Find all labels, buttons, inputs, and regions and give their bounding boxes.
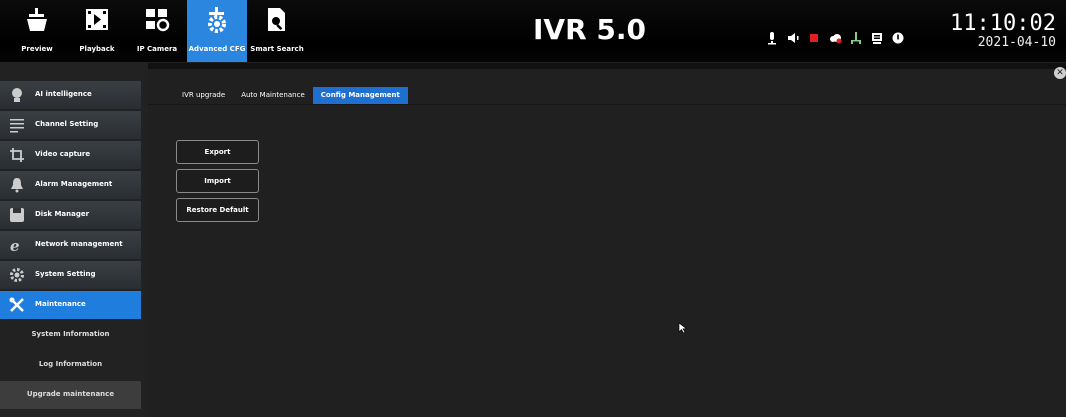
nav-playback-label: Playback <box>79 45 115 53</box>
close-icon[interactable]: ✕ <box>1054 67 1066 79</box>
playback-icon <box>86 9 108 30</box>
svg-text:e: e <box>10 237 20 253</box>
sidebar-item-network-management[interactable]: e Network management <box>0 231 141 259</box>
ai-icon <box>12 88 22 102</box>
nav-preview[interactable]: Preview <box>7 0 67 62</box>
status-icons <box>765 30 912 45</box>
internet-icon: e <box>10 237 20 253</box>
bell-icon <box>11 178 23 193</box>
sidebar-item-label: Channel Setting <box>35 120 99 128</box>
sidebar-item-maintenance[interactable]: Maintenance <box>0 291 141 319</box>
sidebar-item-channel-setting[interactable]: Channel Setting <box>0 111 141 139</box>
brand-title: IVR 5.0 <box>533 13 646 46</box>
sidebar-subitem-label: Upgrade maintenance <box>26 390 115 398</box>
top-bar: Preview Playback IP Camera Advanced CFG … <box>0 0 1066 62</box>
nav-preview-label: Preview <box>21 45 53 53</box>
sidebar-subitem-system-information[interactable]: System Information <box>0 321 141 349</box>
sidebar: AI intelligence Channel Setting Video ca… <box>0 81 141 411</box>
sidebar-item-video-capture[interactable]: Video capture <box>0 141 141 169</box>
smart-search-icon <box>268 8 285 31</box>
import-configuration-button[interactable]: Import Configuration <box>176 169 259 207</box>
tab-bar: IVR upgrade Auto Maintenance Config Mana… <box>174 87 408 104</box>
speaker-icon[interactable] <box>786 30 807 44</box>
main-nav: Preview Playback IP Camera Advanced CFG … <box>7 0 307 62</box>
main-content <box>148 69 1066 417</box>
alert-icon <box>891 30 912 44</box>
sidebar-item-alarm-management[interactable]: Alarm Management <box>0 171 141 199</box>
clock: 11:10:02 2021-04-10 <box>950 11 1056 51</box>
nav-playback[interactable]: Playback <box>67 0 127 62</box>
clock-date: 2021-04-10 <box>977 35 1056 50</box>
nav-advanced-cfg[interactable]: Advanced CFG <box>187 0 247 62</box>
nav-smart-search[interactable]: Smart Search <box>247 0 307 62</box>
crop-icon <box>10 148 24 162</box>
tab-ivr-upgrade[interactable]: IVR upgrade <box>174 87 233 104</box>
sidebar-item-label: Disk Manager <box>35 210 90 218</box>
nav-ip-camera[interactable]: IP Camera <box>127 0 187 62</box>
channel-list-icon <box>10 119 24 133</box>
tools-icon <box>9 297 24 312</box>
preview-icon <box>27 8 47 31</box>
cloud-icon <box>828 30 849 44</box>
mouse-cursor-icon <box>678 322 688 334</box>
sidebar-subitem-label: Log Information <box>38 360 103 368</box>
disk-icon <box>10 208 24 222</box>
sidebar-item-label: Maintenance <box>35 300 86 308</box>
sidebar-item-ai-intelligence[interactable]: AI intelligence <box>0 81 141 109</box>
advanced-cfg-icon <box>208 7 226 33</box>
gear-icon <box>10 268 24 282</box>
microphone-icon[interactable] <box>765 30 786 45</box>
ip-camera-icon <box>146 9 170 32</box>
sidebar-item-system-setting[interactable]: System Setting <box>0 261 141 289</box>
nav-ip-camera-label: IP Camera <box>136 45 178 53</box>
sidebar-subitem-upgrade-maintenance[interactable]: Upgrade maintenance <box>0 381 141 409</box>
tab-config-management[interactable]: Config Management <box>312 87 408 104</box>
sidebar-item-disk-manager[interactable]: Disk Manager <box>0 201 141 229</box>
nav-smart-search-label: Smart Search <box>250 45 304 53</box>
sidebar-item-label: Video capture <box>35 150 91 158</box>
record-icon <box>807 30 828 44</box>
export-configuration-button[interactable]: Export Configuration <box>176 140 259 178</box>
nav-advanced-cfg-label: Advanced CFG <box>188 45 246 53</box>
storage-icon <box>870 30 891 44</box>
tab-auto-maintenance[interactable]: Auto Maintenance <box>233 87 313 104</box>
network-icon <box>849 30 870 44</box>
clock-time: 11:10:02 <box>950 11 1056 36</box>
sidebar-subitem-log-information[interactable]: Log Information <box>0 351 141 379</box>
restore-default-button[interactable]: Restore Default <box>176 198 259 222</box>
sidebar-item-label: Network management <box>35 240 123 248</box>
sidebar-item-label: System Setting <box>35 270 96 278</box>
tab-divider <box>148 104 1066 105</box>
sidebar-item-label: Alarm Management <box>35 180 113 188</box>
sidebar-subitem-label: System Information <box>31 330 110 338</box>
sidebar-item-label: AI intelligence <box>35 90 92 98</box>
